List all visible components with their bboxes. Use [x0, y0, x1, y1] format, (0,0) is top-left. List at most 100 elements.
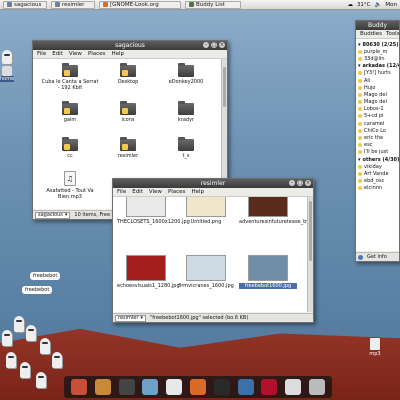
minimize-button[interactable]: – — [289, 180, 295, 186]
menu-file[interactable]: File — [117, 189, 126, 195]
buddy-item[interactable]: Mago del — [356, 91, 399, 98]
folder-icons-icon — [120, 101, 136, 115]
menu-buddies[interactable]: Buddies — [360, 31, 382, 37]
image-item[interactable]: echoesvisuals1_1280.jpg — [117, 255, 180, 289]
menu-help[interactable]: Help — [111, 51, 124, 57]
file-item[interactable]: Desktop — [99, 63, 157, 85]
menu-view[interactable]: View — [149, 189, 162, 195]
image-item[interactable]: THECLOSETS_1600x1200.jpg — [117, 197, 190, 225]
buddy-item[interactable]: [Y3!] hurts — [356, 70, 399, 77]
rubik-cube-icon[interactable] — [70, 379, 87, 395]
menu-tools[interactable]: Tools — [386, 31, 400, 37]
sunset-app-icon[interactable] — [94, 379, 111, 395]
file-item[interactable]: gaim — [41, 101, 99, 123]
close-button[interactable]: × — [219, 42, 225, 48]
buddy-item[interactable]: elcinnn — [356, 185, 399, 192]
menu-edit[interactable]: Edit — [132, 189, 143, 195]
file-item[interactable]: resimler — [99, 137, 157, 159]
menu-places[interactable]: Places — [88, 51, 106, 57]
folder-icon — [178, 101, 194, 115]
image-item[interactable]: freebebot1600.jpg — [239, 255, 297, 289]
network-globe-icon[interactable] — [142, 379, 159, 395]
buddy-item[interactable]: purple_m — [356, 48, 399, 55]
buddy-item[interactable]: Hujo — [356, 84, 399, 91]
buddy-group[interactable]: ▾ 80630 (2/25) — [356, 41, 399, 48]
image-label: firmvicranes_1600.jpg — [178, 283, 234, 289]
buddy-item[interactable]: eric the — [356, 134, 399, 141]
minimize-button[interactable]: – — [203, 42, 209, 48]
menu-view[interactable]: View — [69, 51, 82, 57]
buddy-statusbar: Get info — [356, 252, 399, 261]
expander-icon[interactable]: ▾ — [358, 42, 361, 48]
buddy-label: Ali — [364, 77, 371, 84]
buddy-item[interactable]: ChiCo Lo — [356, 127, 399, 134]
taskbar-button-sagacious[interactable]: sagacious — [3, 0, 47, 9]
vertical-scrollbar[interactable] — [307, 197, 313, 312]
file-manager-menubar: File Edit View Places Help — [33, 50, 227, 59]
menu-places[interactable]: Places — [168, 189, 186, 195]
buddy-group[interactable]: ▾arkadas (12/43) — [356, 63, 399, 70]
buddy-status-icon — [358, 128, 362, 133]
trash-icon[interactable] — [309, 379, 326, 395]
home-desktop-icon[interactable]: home — [0, 66, 14, 82]
menu-help[interactable]: Help — [191, 189, 204, 195]
globe-icon[interactable] — [237, 379, 254, 395]
buddy-list-titlebar[interactable]: Buddy — [356, 21, 399, 30]
maximize-button[interactable]: □ — [211, 42, 217, 48]
image-thumbnail — [248, 255, 288, 281]
file-label: Cuba le Canta a Serrat - 192 Kbit — [41, 79, 99, 91]
close-button[interactable]: × — [305, 180, 311, 186]
debian-swirl-icon[interactable] — [261, 379, 278, 395]
location-dropdown[interactable]: sagacious ▾ — [35, 211, 71, 219]
tux-icon[interactable] — [166, 379, 183, 395]
image-item[interactable]: firmvicranes_1600.jpg — [177, 255, 235, 289]
file-item[interactable]: kradyr — [157, 101, 215, 123]
buddy-status-icon — [358, 179, 362, 184]
buddy-item[interactable]: Ali — [356, 77, 399, 84]
buddy-item[interactable]: 5+cd pi — [356, 113, 399, 120]
image-item[interactable]: adventuresinfuturetease_by_0concept.jpg — [239, 197, 313, 225]
file-manager-titlebar[interactable]: sagacious – □ × — [33, 41, 227, 50]
expander-icon[interactable]: ▾ — [358, 157, 361, 163]
buddy-item[interactable]: Art Vande — [356, 170, 399, 177]
taskbar-button-resimler[interactable]: resimler — [51, 0, 95, 9]
file-item[interactable]: eDonkey2000 — [157, 63, 215, 85]
menu-file[interactable]: File — [37, 51, 46, 57]
info-icon — [358, 254, 363, 260]
apple-icon[interactable] — [285, 379, 302, 395]
image-folder-titlebar[interactable]: resimler – □ × — [113, 179, 313, 188]
buddy-group[interactable]: ▾ others (4/30) — [356, 156, 399, 163]
speech-bubble: freebebot — [22, 286, 53, 294]
image-item[interactable]: Untitled.png — [177, 197, 235, 225]
location-dropdown[interactable]: resimler ▾ — [115, 314, 146, 322]
mp3-desktop-icon[interactable]: mp3 — [364, 338, 386, 357]
buddy-item[interactable]: vikiday — [356, 163, 399, 170]
buddy-item[interactable]: esc — [356, 142, 399, 149]
image-label: THECLOSETS_1600x1200.jpg — [117, 219, 190, 225]
menu-edit[interactable]: Edit — [52, 51, 63, 57]
get-info-button[interactable]: Get info — [367, 254, 387, 260]
buddy-item[interactable]: ebd_osc — [356, 178, 399, 185]
buddy-item[interactable]: Lobos-1 — [356, 106, 399, 113]
volume-icon[interactable]: 🔈 — [375, 2, 382, 8]
file-item[interactable]: ♫ Asafatted - Tout Va Bien.mp3 — [41, 171, 99, 200]
chat-bubble-icon[interactable] — [118, 379, 135, 395]
file-item[interactable]: icons — [99, 101, 157, 123]
buddy-item[interactable]: Mago del — [356, 99, 399, 106]
firefox-icon[interactable] — [189, 379, 206, 395]
maximize-button[interactable]: □ — [297, 180, 303, 186]
taskbar-button-buddy-list[interactable]: Buddy List — [185, 0, 241, 9]
robot-figure — [14, 316, 24, 332]
file-item[interactable]: t_s — [157, 137, 215, 159]
expander-icon[interactable]: ▾ — [358, 63, 361, 69]
file-item[interactable]: cc — [41, 137, 99, 159]
buddy-item[interactable]: 33d@lin — [356, 55, 399, 62]
cross-tools-icon[interactable] — [213, 379, 230, 395]
file-item[interactable]: Cuba le Canta a Serrat - 192 Kbit — [41, 63, 99, 91]
buddy-label: arkadas (12/43) — [362, 63, 399, 70]
buddy-item[interactable]: caramel — [356, 120, 399, 127]
buddy-item[interactable]: I'll be just — [356, 149, 399, 156]
taskbar-button-browser[interactable]: [GNOME-Look.org — [99, 0, 181, 9]
file-label: Desktop — [117, 79, 139, 85]
clock[interactable]: Mon — [385, 2, 397, 8]
